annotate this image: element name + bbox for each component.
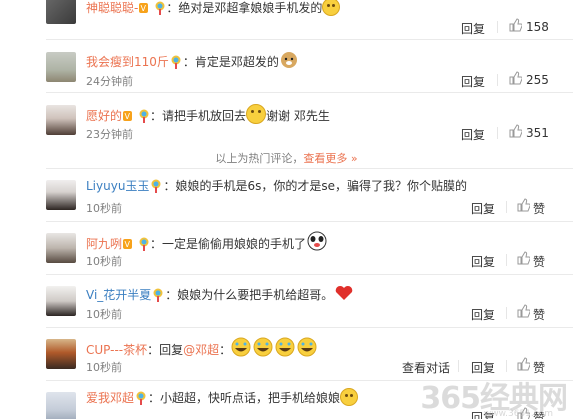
like-label[interactable]: 赞 (533, 200, 545, 217)
avatar[interactable] (46, 105, 76, 135)
divider (46, 168, 573, 169)
rainbow-badge-icon (169, 55, 183, 73)
divider (46, 327, 573, 328)
avatar[interactable] (46, 0, 76, 24)
vip-badge-icon: V (122, 237, 138, 255)
reply-button[interactable]: 回复 (471, 253, 495, 270)
avatar[interactable] (46, 233, 76, 263)
like-label[interactable]: 赞 (533, 253, 545, 270)
avatar[interactable] (46, 339, 76, 369)
divider (46, 274, 573, 275)
separator (506, 307, 507, 319)
timestamp: 24分钟前 (86, 75, 133, 88)
comment-item: Liyuyu玉玉 ：娘娘的手机是6s，你的才是se，骗得了我？你个贴膜的 10秒前… (0, 172, 573, 218)
timestamp: 10秒前 (86, 308, 122, 321)
smile-emoji-icon (246, 104, 267, 124)
comment-text: ：绝对是邓超拿娘娘手机发的 (166, 1, 323, 15)
thumb-up-icon[interactable] (516, 357, 531, 374)
rainbow-badge-icon (138, 237, 150, 255)
rainbow-badge-icon (138, 109, 150, 127)
separator (497, 74, 498, 86)
separator (458, 360, 459, 372)
panda-emoji-icon (306, 231, 328, 255)
separator (506, 360, 507, 372)
rainbow-badge-icon (151, 288, 165, 306)
svg-text:V: V (141, 4, 147, 13)
divider (46, 39, 573, 40)
svg-text:V: V (125, 112, 131, 121)
timestamp: 10秒前 (86, 202, 122, 215)
thumb-up-icon[interactable] (508, 18, 523, 35)
svg-text:V: V (125, 240, 131, 249)
timestamp: 10秒前 (86, 361, 122, 374)
username[interactable]: Liyuyu玉玉 (86, 179, 149, 193)
username[interactable]: 神聪聪聪- (86, 1, 138, 15)
comment-text: ：回复 (147, 343, 184, 357)
timestamp: 23分钟前 (86, 128, 133, 141)
username[interactable]: CUP---茶杯 (86, 343, 147, 357)
comment-text-2: 谢谢 邓先生 (266, 109, 330, 123)
like-label[interactable]: 赞 (533, 306, 545, 323)
avatar[interactable] (46, 180, 76, 210)
laugh-emoji-icon (231, 337, 319, 361)
divider (46, 92, 573, 93)
comment-text: ：娘娘为什么要把手机给超哥。 (165, 288, 334, 302)
thumb-up-icon[interactable] (508, 124, 523, 141)
comment-text: ：娘娘的手机是6s，你的才是se，骗得了我？你个贴膜的 (163, 179, 467, 193)
thumb-up-icon[interactable] (516, 304, 531, 321)
hot-comments-footer: 以上为热门评论，查看更多 » (0, 150, 573, 166)
like-count: 351 (526, 126, 549, 140)
thumb-up-icon[interactable] (516, 251, 531, 268)
comment-item: 阿九咧 V ：一定是偷偷用娘娘的手机了 10秒前 回复 赞 (0, 225, 573, 271)
comment-item: Vi_花开半夏 ：娘娘为什么要把手机给超哥。 10秒前 回复 赞 (0, 278, 573, 324)
avatar[interactable] (46, 392, 76, 419)
separator (497, 127, 498, 139)
thumb-up-icon[interactable] (508, 71, 523, 88)
comment-item: 神聪聪聪- V ：绝对是邓超拿娘娘手机发的 回复 158 (0, 0, 573, 37)
rainbow-badge-icon (154, 1, 166, 19)
hot-comments-label: 以上为热门评论， (215, 152, 304, 165)
comment-item: 愿好的 V ：请把手机放回去 谢谢 邓先生 23分钟前 回复 351 (0, 97, 573, 143)
comment-item: 我会瘦到110斤 ：肯定是邓超发的 24分钟前 回复 255 (0, 44, 573, 90)
username[interactable]: 阿九咧 (86, 237, 122, 251)
vip-badge-icon: V (138, 1, 154, 19)
username[interactable]: Vi_花开半夏 (86, 288, 151, 302)
separator (497, 21, 498, 33)
watermark-url: www.3651.com (483, 409, 553, 419)
username[interactable]: 愿好的 (86, 109, 122, 123)
thumb-up-icon[interactable] (516, 198, 531, 215)
view-more-link[interactable]: 查看更多 » (303, 152, 357, 165)
separator (506, 254, 507, 266)
comment-text: ：小超超，快听点话，把手机给娘娘 (148, 391, 341, 405)
reply-button[interactable]: 回复 (461, 73, 485, 90)
comment-text: ：一定是偷偷用娘娘的手机了 (150, 237, 307, 251)
emoji-icon (340, 388, 359, 406)
mention-link[interactable]: @邓超 (183, 343, 219, 357)
rainbow-badge-icon (149, 179, 163, 197)
heart-icon (333, 284, 355, 306)
reply-button[interactable]: 回复 (461, 126, 485, 143)
avatar[interactable] (46, 52, 76, 82)
rainbow-badge-icon (134, 391, 148, 409)
reply-button[interactable]: 回复 (471, 200, 495, 217)
separator (506, 201, 507, 213)
double-arrow-icon: » (350, 152, 358, 165)
doge-emoji-icon (279, 51, 299, 73)
emoji-icon (322, 0, 341, 16)
username[interactable]: 我会瘦到110斤 (86, 55, 169, 69)
vip-badge-icon: V (122, 109, 138, 127)
like-count: 158 (526, 20, 549, 34)
reply-button[interactable]: 回复 (471, 306, 495, 323)
comment-text-3: ： (219, 343, 232, 357)
comment-item: CUP---茶杯：回复@邓超： 10秒前 查看对话 回复 赞 (0, 331, 573, 377)
comment-text: ：请把手机放回去 (150, 109, 247, 123)
username[interactable]: 爱我邓超 (86, 391, 134, 405)
reply-button[interactable]: 回复 (461, 20, 485, 37)
timestamp: 10秒前 (86, 255, 122, 268)
like-count: 255 (526, 73, 549, 87)
divider (46, 221, 573, 222)
avatar[interactable] (46, 286, 76, 316)
comment-text: ：肯定是邓超发的 (182, 55, 279, 69)
